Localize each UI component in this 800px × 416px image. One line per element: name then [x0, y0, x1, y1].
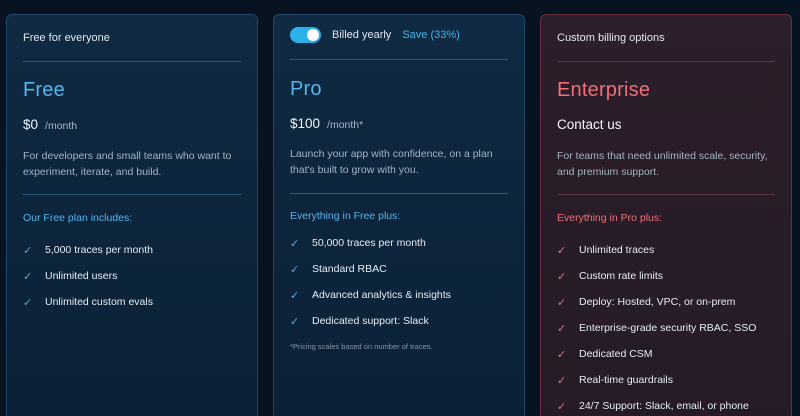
feature-text: Custom rate limits: [579, 270, 664, 282]
price-period: /month*: [327, 119, 364, 131]
free-tagline: Free for everyone: [23, 32, 110, 44]
check-icon: ✓: [23, 244, 33, 257]
divider: [23, 194, 241, 195]
divider: [23, 61, 241, 62]
plan-name: Free: [23, 79, 65, 101]
list-item: ✓ Standard RBAC: [290, 256, 451, 282]
enterprise-tagline: Custom billing options: [557, 32, 665, 44]
price-row: $0 /month: [23, 117, 77, 132]
price: $100: [290, 116, 321, 131]
plan-description: For developers and small teams who want …: [23, 150, 232, 178]
price: $0: [23, 117, 39, 132]
check-icon: ✓: [23, 296, 33, 309]
check-icon: ✓: [557, 374, 567, 387]
check-icon: ✓: [290, 289, 300, 302]
list-item: ✓ Enterprise-grade security RBAC, SSO: [557, 315, 756, 341]
includes-label: Everything in Free plus:: [290, 210, 401, 222]
pro-plan-card: Billed yearly Save (33%) Pro $100 /month…: [273, 14, 525, 416]
list-item: ✓ Advanced analytics & insights: [290, 282, 451, 308]
check-icon: ✓: [23, 270, 33, 283]
feature-text: Dedicated CSM: [579, 348, 653, 360]
check-icon: ✓: [557, 296, 567, 309]
enterprise-plan-card: Custom billing options Enterprise Contac…: [540, 14, 792, 416]
check-icon: ✓: [557, 400, 567, 413]
free-plan-card: Free for everyone Free $0 /month For dev…: [6, 14, 258, 416]
list-item: ✓ Unlimited traces: [557, 237, 756, 263]
feature-text: Deploy: Hosted, VPC, or on-prem: [579, 296, 736, 308]
plan-description: For teams that need unlimited scale, sec…: [557, 150, 768, 178]
toggle-knob: [307, 29, 319, 41]
check-icon: ✓: [290, 263, 300, 276]
feature-text: Dedicated support: Slack: [312, 315, 429, 327]
list-item: ✓ Dedicated support: Slack: [290, 308, 451, 334]
feature-text: 5,000 traces per month: [45, 244, 153, 256]
list-item: ✓ 50,000 traces per month: [290, 230, 451, 256]
divider: [557, 61, 775, 62]
includes-label: Everything in Pro plus:: [557, 212, 663, 224]
list-item: ✓ Dedicated CSM: [557, 341, 756, 367]
feature-list: ✓ 50,000 traces per month ✓ Standard RBAC …: [290, 230, 451, 334]
feature-text: Standard RBAC: [312, 263, 387, 275]
feature-list: ✓ 5,000 traces per month ✓ Unlimited users…: [23, 237, 153, 315]
list-item: ✓ 24/7 Support: Slack, email, or phone: [557, 393, 756, 416]
price-row: $100 /month*: [290, 116, 363, 131]
contact-us[interactable]: Contact us: [557, 117, 622, 132]
check-icon: ✓: [290, 315, 300, 328]
feature-text: Advanced analytics & insights: [312, 289, 451, 301]
billing-toggle-row: Billed yearly Save (33%): [290, 27, 460, 43]
plan-name: Enterprise: [557, 79, 651, 101]
save-badge: Save (33%): [402, 29, 460, 41]
feature-text: 24/7 Support: Slack, email, or phone: [579, 400, 749, 412]
check-icon: ✓: [557, 270, 567, 283]
check-icon: ✓: [290, 237, 300, 250]
feature-text: Unlimited custom evals: [45, 296, 153, 308]
divider: [557, 194, 775, 195]
feature-text: Enterprise-grade security RBAC, SSO: [579, 322, 757, 334]
price-period: /month: [45, 120, 78, 132]
list-item: ✓ Unlimited users: [23, 263, 153, 289]
feature-text: 50,000 traces per month: [312, 237, 426, 249]
list-item: ✓ Unlimited custom evals: [23, 289, 153, 315]
check-icon: ✓: [557, 348, 567, 361]
plan-description: Launch your app with confidence, on a pl…: [290, 148, 493, 176]
plan-name: Pro: [290, 78, 322, 100]
feature-text: Unlimited users: [45, 270, 118, 282]
check-icon: ✓: [557, 322, 567, 335]
feature-list: ✓ Unlimited traces ✓ Custom rate limits ✓ D…: [557, 237, 756, 416]
divider: [290, 193, 508, 194]
divider: [290, 59, 508, 60]
pricing-footnote: *Pricing scales based on number of trace…: [290, 342, 433, 351]
check-icon: ✓: [557, 244, 567, 257]
list-item: ✓ Real-time guardrails: [557, 367, 756, 393]
list-item: ✓ 5,000 traces per month: [23, 237, 153, 263]
list-item: ✓ Deploy: Hosted, VPC, or on-prem: [557, 289, 756, 315]
billing-label: Billed yearly: [332, 29, 392, 41]
feature-text: Real-time guardrails: [579, 374, 673, 386]
feature-text: Unlimited traces: [579, 244, 655, 256]
billing-toggle[interactable]: [290, 27, 321, 43]
includes-label: Our Free plan includes:: [23, 212, 133, 224]
list-item: ✓ Custom rate limits: [557, 263, 756, 289]
